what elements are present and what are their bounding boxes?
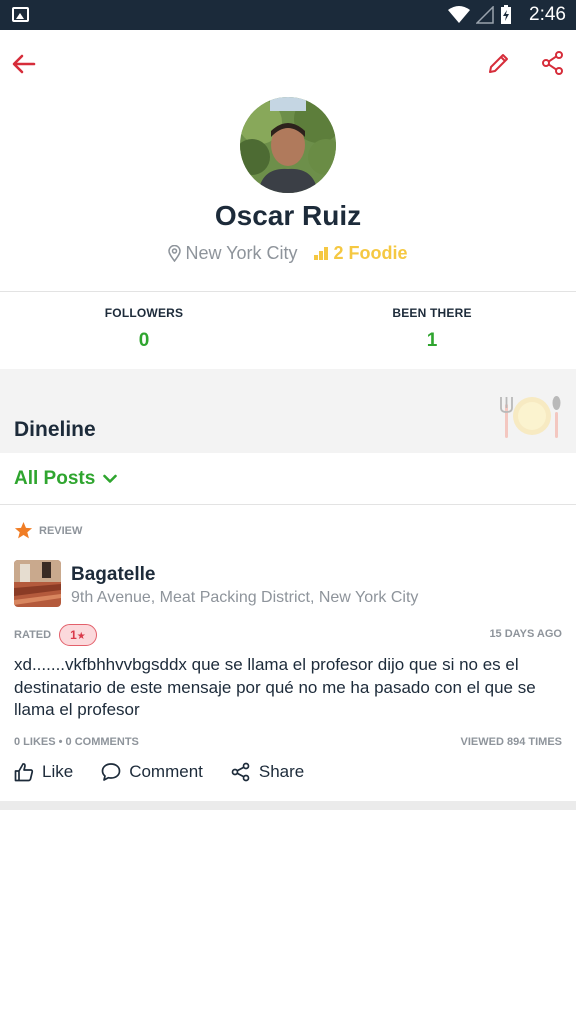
followers-count: 0 [138,330,150,351]
comment-button[interactable]: Comment [101,762,203,782]
post-card[interactable]: REVIEW Bagatelle 9th Avenue, Meat Packin… [0,505,576,802]
location: New York City [168,243,298,264]
like-button[interactable]: Like [14,762,73,782]
share-post-button[interactable]: Share [231,762,304,782]
rank-bars-icon [313,247,328,260]
signal-icon [476,6,494,24]
location-text: New York City [185,243,298,263]
foodie-rank: 2 Foodie [313,243,408,264]
followers-stat[interactable]: FOLLOWERS 0 [0,306,288,352]
profile-name: Oscar Ruiz [214,200,362,231]
image-notification-icon [12,7,29,22]
restaurant-thumbnail[interactable] [14,560,61,607]
battery-icon [501,5,511,24]
post-time: 15 DAYS AGO [489,628,562,640]
post-actions: Like Comment Share [14,762,304,782]
restaurant-name[interactable]: Bagatelle [71,564,155,586]
edit-pencil-icon[interactable] [486,50,512,76]
dineline-title: Dineline [14,418,96,441]
back-arrow-icon[interactable] [10,50,38,78]
app-bar [0,30,576,96]
location-pin-icon [168,245,182,262]
been-there-label: BEEN THERE [392,306,472,320]
wifi-icon [448,6,470,23]
post-text: xd.......vkfbhhvvbgsddx que se llama el … [14,655,536,719]
like-label: Like [42,762,74,781]
post-type-label: REVIEW [39,524,83,537]
post-type: REVIEW [14,521,82,540]
status-bar: 2:46 [0,0,576,30]
star-icon [14,521,33,539]
post-counts: 0 LIKES • 0 COMMENTS [14,736,139,748]
restaurant-address: 9th Avenue, Meat Packing District, New Y… [71,589,419,606]
plate-cutlery-icon [500,396,561,438]
comment-bubble-icon [101,763,121,781]
rated-label: RATED [14,629,52,641]
share-icon [231,762,250,782]
share-label: Share [258,762,305,781]
thumbs-up-icon [14,763,34,782]
likes-count[interactable]: 0 LIKES [14,736,56,748]
rating-badge: 1★ [59,624,97,646]
share-icon[interactable] [540,50,566,76]
separator-dot: • [55,736,66,748]
section-separator [0,801,576,810]
filter-dropdown[interactable]: All Posts [14,468,118,490]
divider [0,291,576,292]
rating-value: 1 [70,628,77,642]
comments-count[interactable]: 0 COMMENTS [66,736,139,748]
dineline-header: Dineline [0,369,576,453]
avatar [240,97,336,193]
rating-star-icon: ★ [76,631,86,642]
comment-label: Comment [129,762,203,781]
been-there-stat[interactable]: BEEN THERE 1 [288,306,576,352]
rating-row: RATED 1★ [14,624,97,646]
been-there-count: 1 [426,330,438,351]
chevron-down-icon [103,474,118,483]
status-icons [448,5,512,24]
views-count: VIEWED 894 TIMES [460,736,562,748]
rank-text: 2 Foodie [333,243,408,263]
followers-label: FOLLOWERS [104,306,184,320]
post-filter[interactable]: All Posts [0,453,576,505]
filter-label: All Posts [14,468,96,489]
clock: 2:46 [529,4,566,25]
profile-meta: New York City 2 Foodie [0,243,576,264]
